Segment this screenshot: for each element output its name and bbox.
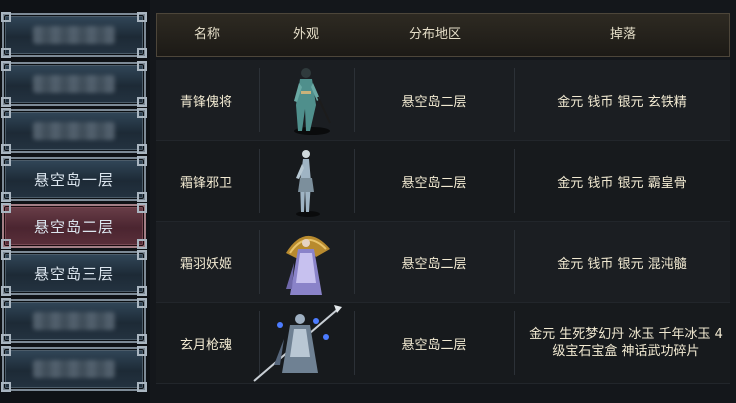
table-row: 玄月枪魂 悬空岛二层 金元 生死梦幻丹 冰玉 千年冰玉 4 级宝石宝盒 神话武功… [156,303,730,384]
spear-spirit-icon [253,305,342,382]
header-drops: 掉落 [609,27,636,42]
monster-area: 悬空岛二层 [401,256,467,272]
nav-item-hidden-2[interactable] [1,61,147,107]
floor-sidebar: 悬空岛一层 悬空岛二层 悬空岛三层 [0,0,150,403]
blurred-label [33,360,115,378]
monster-drops: 金元 生死梦幻丹 冰玉 千年冰玉 4 级宝石宝盒 神话武功碎片 [514,303,736,383]
drops-line-2: 级宝石宝盒 神话武功碎片 [552,344,700,359]
nav-item-hidden-1[interactable] [1,12,147,58]
monster-area: 悬空岛二层 [401,175,467,191]
drops-line-1: 金元 生死梦幻丹 冰玉 千年冰玉 4 [529,327,723,342]
monster-area: 悬空岛二层 [401,337,467,353]
blurred-label [33,122,115,140]
armored-warrior-icon [294,68,331,135]
nav-item-label: 悬空岛二层 [33,217,114,236]
nav-item-floor-2[interactable]: 悬空岛二层 [1,203,147,249]
monster-figure [240,303,352,383]
blurred-label [33,75,115,93]
nav-item-hidden-5[interactable] [1,346,147,392]
fan-sorceress-icon [286,235,330,295]
monster-drops: 金元 钱币 银元 混沌髓 [557,256,687,272]
monster-name: 霜锋邪卫 [179,175,232,191]
nav-item-floor-1[interactable]: 悬空岛一层 [1,156,147,202]
table-header: 名称 外观 分布地区 掉落 [156,13,730,57]
monster-name: 青锋傀将 [179,94,232,110]
nav-item-floor-3[interactable]: 悬空岛三层 [1,250,147,296]
nav-item-label: 悬空岛一层 [33,170,114,189]
blurred-label [33,312,115,330]
monster-drops: 金元 钱币 银元 玄铁精 [557,94,687,110]
monster-figure [260,222,352,302]
monster-figure [260,60,352,140]
nav-item-hidden-3[interactable] [1,108,147,154]
monster-name: 霜羽妖姬 [179,256,232,272]
header-area: 分布地区 [408,27,461,42]
nav-item-hidden-4[interactable] [1,298,147,344]
monster-figure [260,141,352,221]
header-name: 名称 [193,27,220,42]
table-row: 霜羽妖姬 悬空岛二层 金元 钱币 银元 混沌髓 [156,222,730,303]
monster-table: 名称 外观 分布地区 掉落 青锋傀将 悬空岛二层 金元 钱币 银元 玄铁精 霜锋… [156,13,736,403]
slim-guard-icon [296,150,320,217]
nav-item-label: 悬空岛三层 [33,264,114,283]
table-row: 青锋傀将 悬空岛二层 金元 钱币 银元 玄铁精 [156,60,730,141]
header-look: 外观 [292,27,319,42]
blurred-label [33,26,115,44]
table-row: 霜锋邪卫 悬空岛二层 金元 钱币 银元 霸皇骨 [156,141,730,222]
monster-area: 悬空岛二层 [401,94,467,110]
monster-drops: 金元 钱币 银元 霸皇骨 [557,175,687,191]
